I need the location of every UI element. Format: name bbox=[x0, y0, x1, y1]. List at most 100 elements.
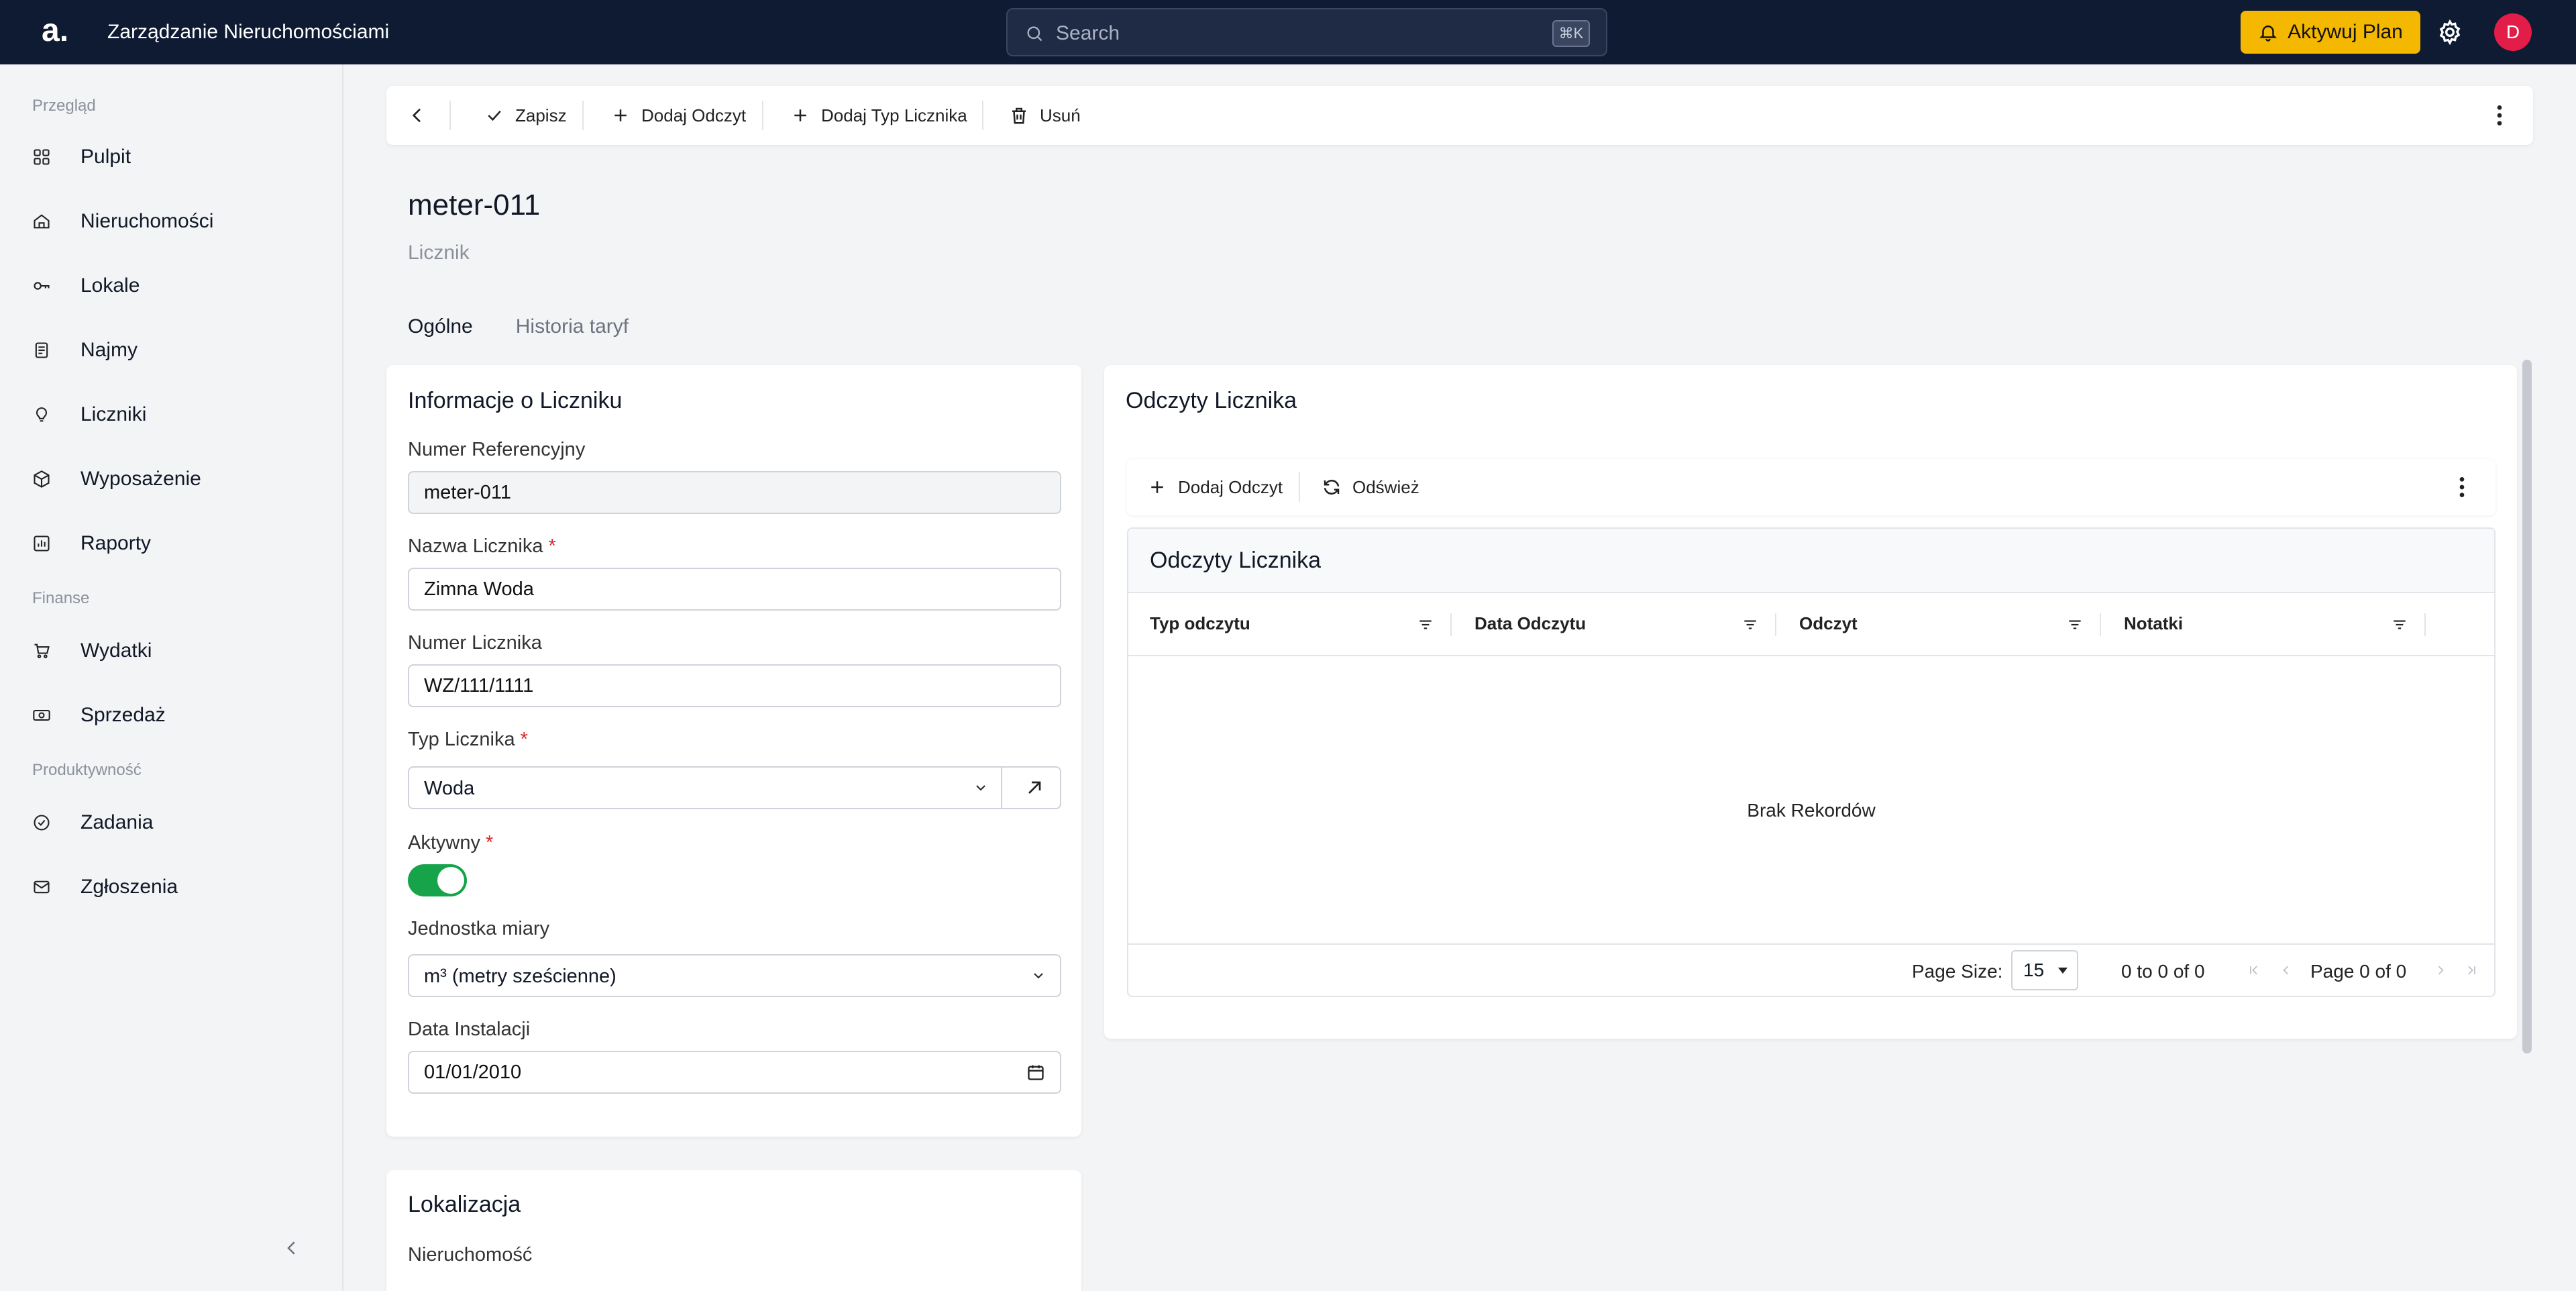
empty-state-text: Brak Rekordów bbox=[1747, 800, 1876, 821]
sidebar-item-nieruchomosci[interactable]: Nieruchomości bbox=[32, 203, 213, 240]
grid-title-bar: Odczyty Licznika bbox=[1128, 529, 2494, 593]
toggle-knob bbox=[437, 867, 464, 894]
sidebar-item-label: Nieruchomości bbox=[80, 210, 214, 232]
more-options-icon[interactable] bbox=[2449, 474, 2475, 501]
sidebar-item-raporty[interactable]: Raporty bbox=[32, 525, 151, 562]
collapse-sidebar-icon[interactable] bbox=[282, 1235, 302, 1261]
meter-type-select[interactable]: Woda bbox=[408, 766, 1061, 809]
sidebar-item-label: Zgłoszenia bbox=[80, 876, 178, 898]
previous-page-icon[interactable] bbox=[2279, 964, 2293, 977]
next-page-icon[interactable] bbox=[2434, 964, 2447, 977]
meter-number-field[interactable]: WZ/111/1111 bbox=[408, 664, 1061, 707]
install-date-label-text: Data Instalacji bbox=[408, 1019, 531, 1040]
gear-icon[interactable] bbox=[2436, 19, 2463, 46]
sidebar-item-pulpit[interactable]: Pulpit bbox=[32, 138, 131, 176]
first-page-icon[interactable] bbox=[2247, 964, 2261, 977]
install-date-field[interactable]: 01/01/2010 bbox=[408, 1051, 1061, 1094]
unit-select[interactable]: m³ (metry sześcienne) bbox=[408, 954, 1061, 997]
column-separator[interactable] bbox=[2100, 613, 2101, 636]
plus-icon bbox=[794, 109, 806, 121]
save-label: Zapisz bbox=[515, 105, 567, 125]
column-header-reading[interactable]: Odczyt bbox=[1799, 613, 1858, 634]
sidebar-item-liczniki[interactable]: Liczniki bbox=[32, 396, 146, 433]
add-meter-type-label: Dodaj Typ Licznika bbox=[821, 105, 967, 125]
page-size-select[interactable]: 15 bbox=[2011, 950, 2078, 990]
sidebar-item-wydatki[interactable]: Wydatki bbox=[32, 632, 152, 670]
required-mark: * bbox=[548, 535, 556, 557]
meter-name-field[interactable]: Zimna Woda bbox=[408, 568, 1061, 611]
activate-plan-button[interactable]: Aktywuj Plan bbox=[2241, 11, 2420, 54]
column-separator[interactable] bbox=[1775, 613, 1776, 636]
sidebar-item-wyposazenie[interactable]: Wyposażenie bbox=[32, 460, 201, 498]
install-date-label: Data Instalacji bbox=[408, 1019, 530, 1041]
cart-icon bbox=[34, 643, 50, 658]
app-logo[interactable]: a. bbox=[42, 12, 68, 50]
add-reading-button[interactable]: Dodaj Odczyt bbox=[610, 86, 746, 145]
filter-icon[interactable] bbox=[2391, 616, 2408, 633]
delete-label: Usuń bbox=[1040, 105, 1081, 125]
sidebar: Przegląd Pulpit Nieruchomości Lokale Naj… bbox=[0, 64, 343, 1291]
refresh-button[interactable]: Odśwież bbox=[1322, 459, 1419, 515]
meter-readings-title: Odczyty Licznika bbox=[1126, 388, 1297, 413]
sidebar-item-sprzedaz[interactable]: Sprzedaż bbox=[32, 696, 166, 734]
filter-icon[interactable] bbox=[1741, 616, 1759, 633]
readings-grid: Odczyty Licznika Typ odczytu Data Odczyt… bbox=[1127, 527, 2496, 997]
plus-icon bbox=[1151, 481, 1163, 493]
more-options-icon[interactable] bbox=[2486, 102, 2513, 129]
save-button[interactable]: Zapisz bbox=[484, 86, 567, 145]
plus-icon bbox=[614, 109, 627, 121]
filter-icon[interactable] bbox=[1417, 616, 1434, 633]
key-icon bbox=[34, 282, 50, 290]
column-header-notes[interactable]: Notatki bbox=[2124, 613, 2183, 634]
column-header-reading-date[interactable]: Data Odczytu bbox=[1474, 613, 1586, 634]
install-date-value: 01/01/2010 bbox=[424, 1062, 522, 1083]
required-mark: * bbox=[520, 729, 528, 750]
property-label: Nieruchomość bbox=[408, 1244, 533, 1266]
record-toolbar: Zapisz Dodaj Odczyt Dodaj Typ Licznika U… bbox=[386, 86, 2533, 145]
last-page-icon[interactable] bbox=[2465, 964, 2478, 977]
toolbar-divider bbox=[1299, 472, 1300, 502]
back-icon[interactable] bbox=[407, 105, 428, 126]
user-avatar[interactable]: D bbox=[2494, 13, 2532, 51]
meter-type-label: Typ Licznika * bbox=[408, 729, 528, 751]
search-input[interactable]: Search ⌘K bbox=[1006, 8, 1607, 56]
ref-number-label: Numer Referencyjny bbox=[408, 439, 585, 461]
tab-ogolne[interactable]: Ogólne bbox=[408, 315, 473, 338]
unit-label-text: Jednostka miary bbox=[408, 918, 550, 939]
column-separator[interactable] bbox=[2424, 613, 2426, 636]
add-reading-button[interactable]: Dodaj Odczyt bbox=[1147, 459, 1283, 515]
sidebar-item-label: Wydatki bbox=[80, 639, 152, 662]
tab-historia-taryf[interactable]: Historia taryf bbox=[516, 315, 629, 338]
dashboard-icon bbox=[34, 149, 50, 165]
grid-pagination: Page Size: 15 0 to 0 of 0 Page 0 of 0 bbox=[1128, 943, 2494, 997]
refresh-icon bbox=[1324, 480, 1340, 495]
delete-button[interactable]: Usuń bbox=[1009, 86, 1081, 145]
grid-title: Odczyty Licznika bbox=[1150, 548, 1322, 573]
row-range-text: 0 to 0 of 0 bbox=[2121, 961, 2205, 982]
app-title: Zarządzanie Nieruchomościami bbox=[107, 21, 390, 43]
required-mark: * bbox=[485, 832, 494, 854]
column-header-reading-type[interactable]: Typ odczytu bbox=[1150, 613, 1250, 634]
sidebar-item-lokale[interactable]: Lokale bbox=[32, 267, 140, 305]
filter-icon[interactable] bbox=[2066, 616, 2084, 633]
page-scrollbar[interactable] bbox=[2522, 360, 2532, 1053]
add-meter-type-button[interactable]: Dodaj Typ Licznika bbox=[790, 86, 967, 145]
sidebar-item-zgloszenia[interactable]: Zgłoszenia bbox=[32, 868, 178, 906]
ref-number-field[interactable]: meter-011 bbox=[408, 471, 1061, 514]
lightbulb-icon bbox=[36, 407, 48, 422]
mail-icon bbox=[34, 880, 50, 894]
calendar-icon[interactable] bbox=[1026, 1063, 1045, 1082]
chevron-down-icon bbox=[976, 785, 985, 791]
toolbar-divider bbox=[762, 101, 763, 130]
active-toggle[interactable] bbox=[408, 864, 467, 896]
sidebar-item-najmy[interactable]: Najmy bbox=[32, 331, 138, 369]
meter-info-card: Informacje o Liczniku Numer Referencyjny… bbox=[386, 365, 1081, 1137]
check-circle-icon bbox=[34, 815, 50, 831]
select-divider bbox=[1001, 768, 1002, 808]
sidebar-item-label: Pulpit bbox=[80, 146, 131, 168]
chevron-down-icon bbox=[1034, 973, 1043, 979]
open-link-icon[interactable] bbox=[1024, 777, 1045, 798]
sidebar-item-zadania[interactable]: Zadania bbox=[32, 804, 153, 841]
sidebar-item-label: Najmy bbox=[80, 339, 138, 361]
column-separator[interactable] bbox=[1450, 613, 1452, 636]
